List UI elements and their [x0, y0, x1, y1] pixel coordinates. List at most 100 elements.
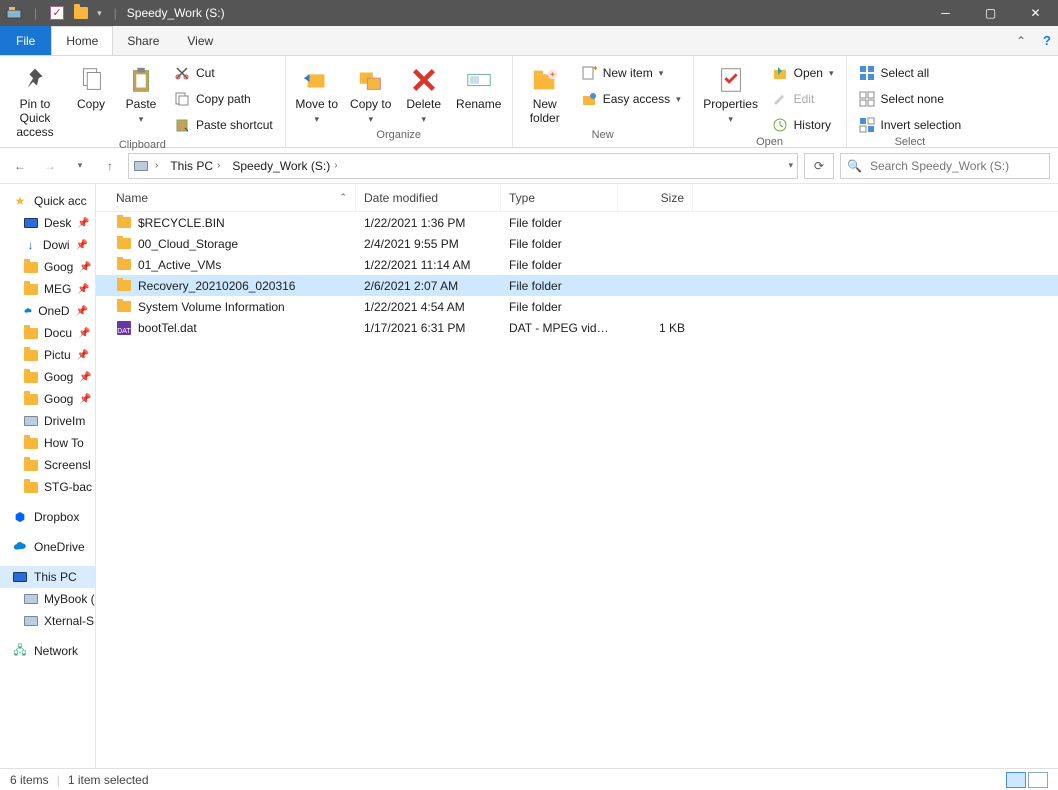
group-new: ✦ New folder ✦New item Easy access New: [513, 56, 694, 147]
search-icon: 🔍: [847, 159, 862, 173]
delete-button[interactable]: Delete▾: [402, 60, 446, 124]
onedrive-icon: [12, 539, 28, 555]
address-dropdown[interactable]: ▾: [788, 160, 793, 171]
drive-icon: [24, 591, 38, 607]
rows-container[interactable]: $RECYCLE.BIN1/22/2021 1:36 PMFile folder…: [96, 212, 1058, 768]
file-row[interactable]: 01_Active_VMs1/22/2021 11:14 AMFile fold…: [96, 254, 1058, 275]
address-bar[interactable]: › This PC› Speedy_Work (S:)› ▾: [128, 153, 798, 179]
sidebar-item-icon: [24, 259, 38, 275]
sidebar-drive-item[interactable]: Xternal-S: [0, 610, 95, 632]
up-button[interactable]: ↑: [98, 154, 122, 178]
easy-access-button[interactable]: Easy access: [577, 88, 685, 110]
sidebar-quick-item[interactable]: Goog📌: [0, 388, 95, 410]
group-clipboard: Pin to Quick access Copy Paste ▾ Cut Cop…: [0, 56, 286, 147]
close-button[interactable]: ✕: [1013, 0, 1058, 26]
file-row[interactable]: $RECYCLE.BIN1/22/2021 1:36 PMFile folder: [96, 212, 1058, 233]
sidebar-quick-item[interactable]: ↓Dowi📌: [0, 234, 95, 256]
col-name[interactable]: Name⌃: [96, 184, 356, 211]
crumb-thispc[interactable]: This PC›: [166, 154, 226, 178]
drive-icon: [133, 158, 149, 174]
view-large-button[interactable]: [1028, 772, 1048, 788]
tab-file[interactable]: File: [0, 26, 51, 55]
history-button[interactable]: History: [768, 114, 838, 136]
cut-button[interactable]: Cut: [170, 62, 277, 84]
svg-text:✦: ✦: [549, 70, 556, 79]
nav-tree[interactable]: ★Quick acc Desk📌↓Dowi📌Goog📌MEG📌OneD📌Docu…: [0, 184, 96, 768]
tab-home[interactable]: Home: [51, 26, 113, 55]
sidebar-quick-item[interactable]: Docu📌: [0, 322, 95, 344]
search-box[interactable]: 🔍: [840, 153, 1050, 179]
forward-button[interactable]: →: [38, 154, 62, 178]
paste-button[interactable]: Paste ▾: [120, 60, 162, 124]
sidebar-item-icon: [24, 215, 38, 231]
file-row[interactable]: System Volume Information1/22/2021 4:54 …: [96, 296, 1058, 317]
collapse-ribbon-button[interactable]: ⌃: [1006, 26, 1036, 55]
refresh-button[interactable]: ⟳: [804, 153, 834, 179]
sidebar-quick-item[interactable]: MEG📌: [0, 278, 95, 300]
col-date[interactable]: Date modified: [356, 184, 501, 211]
sidebar-quick-item[interactable]: STG-bac: [0, 476, 95, 498]
sidebar-item-icon: [24, 457, 38, 473]
recent-locations-button[interactable]: ▾: [68, 154, 92, 178]
col-type[interactable]: Type: [501, 184, 618, 211]
tab-share[interactable]: Share: [113, 26, 173, 55]
pin-icon: 📌: [79, 394, 94, 405]
sidebar-item-icon: [24, 281, 38, 297]
status-bar: 6 items | 1 item selected: [0, 768, 1058, 790]
new-folder-button[interactable]: ✦ New folder: [521, 60, 569, 126]
qat-folder-icon[interactable]: [73, 5, 89, 21]
sidebar-onedrive[interactable]: OneDrive: [0, 536, 95, 558]
view-details-button[interactable]: [1006, 772, 1026, 788]
file-row[interactable]: Recovery_20210206_0203162/6/2021 2:07 AM…: [96, 275, 1058, 296]
copy-to-button[interactable]: Copy to▾: [348, 60, 394, 124]
paste-label: Paste: [126, 98, 157, 112]
help-button[interactable]: ?: [1036, 26, 1058, 55]
col-size[interactable]: Size: [618, 184, 693, 211]
file-row[interactable]: 00_Cloud_Storage2/4/2021 9:55 PMFile fol…: [96, 233, 1058, 254]
move-to-button[interactable]: Move to▾: [294, 60, 340, 124]
sidebar-network[interactable]: 🖧Network: [0, 640, 95, 662]
titlebar: | ✓ ▾ | Speedy_Work (S:) ─ ▢ ✕: [0, 0, 1058, 26]
sidebar-quick-item[interactable]: Screensl: [0, 454, 95, 476]
edit-button[interactable]: Edit: [768, 88, 838, 110]
sidebar-quick-item[interactable]: Desk📌: [0, 212, 95, 234]
dat-file-icon: DAT: [116, 320, 132, 336]
qat-dropdown[interactable]: ▾: [97, 8, 102, 19]
sidebar-quick-item[interactable]: Goog📌: [0, 256, 95, 278]
search-input[interactable]: [868, 158, 1043, 174]
sidebar-quick-item[interactable]: DriveIm: [0, 410, 95, 432]
qat-sep2: |: [110, 6, 121, 20]
sidebar-dropbox[interactable]: ⬢Dropbox: [0, 506, 95, 528]
copy-button[interactable]: Copy: [70, 60, 112, 112]
rename-button[interactable]: Rename: [454, 60, 504, 112]
sidebar-quick-item[interactable]: How To: [0, 432, 95, 454]
maximize-button[interactable]: ▢: [968, 0, 1013, 26]
open-button[interactable]: Open: [768, 62, 838, 84]
properties-button[interactable]: Properties▾: [702, 60, 760, 124]
paste-shortcut-button[interactable]: Paste shortcut: [170, 114, 277, 136]
qat-properties-icon[interactable]: ✓: [49, 5, 65, 21]
copy-path-button[interactable]: Copy path: [170, 88, 277, 110]
new-item-button[interactable]: ✦New item: [577, 62, 685, 84]
minimize-button[interactable]: ─: [923, 0, 968, 26]
pin-icon: 📌: [79, 372, 94, 383]
crumb-root[interactable]: ›: [151, 154, 164, 178]
sidebar-quick-access[interactable]: ★Quick acc: [0, 190, 95, 212]
pin-icon: 📌: [79, 262, 94, 273]
select-all-button[interactable]: Select all: [855, 62, 966, 84]
sidebar-quick-item[interactable]: OneD📌: [0, 300, 95, 322]
svg-text:✦: ✦: [592, 65, 597, 73]
sidebar-drive-item[interactable]: MyBook (: [0, 588, 95, 610]
file-row[interactable]: DATbootTel.dat1/17/2021 6:31 PMDAT - MPE…: [96, 317, 1058, 338]
status-item-count: 6 items: [10, 773, 49, 787]
sidebar-quick-item[interactable]: Goog📌: [0, 366, 95, 388]
pin-quick-access-button[interactable]: Pin to Quick access: [8, 60, 62, 139]
crumb-drive[interactable]: Speedy_Work (S:)›: [228, 154, 343, 178]
sidebar-quick-item[interactable]: Pictu📌: [0, 344, 95, 366]
tab-view[interactable]: View: [173, 26, 227, 55]
back-button[interactable]: ←: [8, 154, 32, 178]
select-none-button[interactable]: Select none: [855, 88, 966, 110]
invert-selection-button[interactable]: Invert selection: [855, 114, 966, 136]
sidebar-thispc[interactable]: This PC: [0, 566, 95, 588]
qat-sep: |: [30, 6, 41, 20]
